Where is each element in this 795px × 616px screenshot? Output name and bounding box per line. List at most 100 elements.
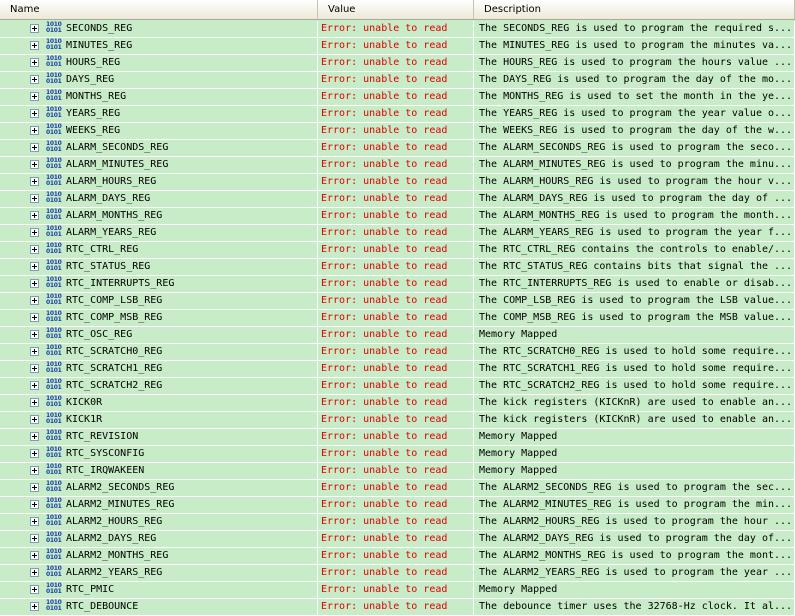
value-cell[interactable]: Error: unable to read (318, 191, 474, 207)
name-cell[interactable]: 1010 0101 WEEKS_REG (0, 123, 318, 139)
name-cell[interactable]: 1010 0101 RTC_INTERRUPTS_REG (0, 276, 318, 292)
expand-icon[interactable] (30, 347, 39, 356)
expand-icon[interactable] (30, 568, 39, 577)
expand-icon[interactable] (30, 296, 39, 305)
value-cell[interactable]: Error: unable to read (318, 174, 474, 190)
expand-icon[interactable] (30, 24, 39, 33)
name-cell[interactable]: 1010 0101 RTC_COMP_MSB_REG (0, 310, 318, 326)
expand-icon[interactable] (30, 262, 39, 271)
table-row[interactable]: 1010 0101 HOURS_REG Error: unable to rea… (0, 55, 795, 72)
table-row[interactable]: 1010 0101 RTC_IRQWAKEEN Error: unable to… (0, 463, 795, 480)
expand-icon[interactable] (30, 177, 39, 186)
table-row[interactable]: 1010 0101 RTC_SYSCONFIG Error: unable to… (0, 446, 795, 463)
name-cell[interactable]: 1010 0101 ALARM_DAYS_REG (0, 191, 318, 207)
table-row[interactable]: 1010 0101 RTC_REVISION Error: unable to … (0, 429, 795, 446)
expand-icon[interactable] (30, 551, 39, 560)
expand-icon[interactable] (30, 330, 39, 339)
value-cell[interactable]: Error: unable to read (318, 157, 474, 173)
value-cell[interactable]: Error: unable to read (318, 242, 474, 258)
table-row[interactable]: 1010 0101 ALARM_MINUTES_REG Error: unabl… (0, 157, 795, 174)
table-row[interactable]: 1010 0101 ALARM2_MONTHS_REG Error: unabl… (0, 548, 795, 565)
table-row[interactable]: 1010 0101 ALARM_MONTHS_REG Error: unable… (0, 208, 795, 225)
name-cell[interactable]: 1010 0101 YEARS_REG (0, 106, 318, 122)
table-row[interactable]: 1010 0101 KICK0R Error: unable to read T… (0, 395, 795, 412)
table-row[interactable]: 1010 0101 MINUTES_REG Error: unable to r… (0, 38, 795, 55)
table-row[interactable]: 1010 0101 WEEKS_REG Error: unable to rea… (0, 123, 795, 140)
expand-icon[interactable] (30, 415, 39, 424)
value-cell[interactable]: Error: unable to read (318, 123, 474, 139)
table-row[interactable]: 1010 0101 MONTHS_REG Error: unable to re… (0, 89, 795, 106)
expand-icon[interactable] (30, 58, 39, 67)
table-row[interactable]: 1010 0101 SECONDS_REG Error: unable to r… (0, 21, 795, 38)
name-cell[interactable]: 1010 0101 ALARM_SECONDS_REG (0, 140, 318, 156)
table-row[interactable]: 1010 0101 ALARM2_SECONDS_REG Error: unab… (0, 480, 795, 497)
table-row[interactable]: 1010 0101 RTC_SCRATCH2_REG Error: unable… (0, 378, 795, 395)
value-cell[interactable]: Error: unable to read (318, 106, 474, 122)
table-row[interactable]: 1010 0101 ALARM_HOURS_REG Error: unable … (0, 174, 795, 191)
table-row[interactable]: 1010 0101 ALARM_SECONDS_REG Error: unabl… (0, 140, 795, 157)
name-cell[interactable]: 1010 0101 DAYS_REG (0, 72, 318, 88)
column-header-value[interactable]: Value (318, 0, 474, 19)
table-row[interactable]: 1010 0101 KICK1R Error: unable to read T… (0, 412, 795, 429)
table-row[interactable]: 1010 0101 DAYS_REG Error: unable to read… (0, 72, 795, 89)
value-cell[interactable]: Error: unable to read (318, 531, 474, 547)
name-cell[interactable]: 1010 0101 ALARM2_SECONDS_REG (0, 480, 318, 496)
table-row[interactable]: 1010 0101 YEARS_REG Error: unable to rea… (0, 106, 795, 123)
value-cell[interactable]: Error: unable to read (318, 140, 474, 156)
table-row[interactable]: 1010 0101 ALARM2_HOURS_REG Error: unable… (0, 514, 795, 531)
value-cell[interactable]: Error: unable to read (318, 548, 474, 564)
name-cell[interactable]: 1010 0101 RTC_SCRATCH0_REG (0, 344, 318, 360)
name-cell[interactable]: 1010 0101 RTC_REVISION (0, 429, 318, 445)
value-cell[interactable]: Error: unable to read (318, 310, 474, 326)
value-cell[interactable]: Error: unable to read (318, 565, 474, 581)
table-row[interactable]: 1010 0101 ALARM2_MINUTES_REG Error: unab… (0, 497, 795, 514)
value-cell[interactable]: Error: unable to read (318, 38, 474, 54)
value-cell[interactable]: Error: unable to read (318, 582, 474, 598)
name-cell[interactable]: 1010 0101 HOURS_REG (0, 55, 318, 71)
name-cell[interactable]: 1010 0101 ALARM_YEARS_REG (0, 225, 318, 241)
value-cell[interactable]: Error: unable to read (318, 89, 474, 105)
expand-icon[interactable] (30, 585, 39, 594)
value-cell[interactable]: Error: unable to read (318, 480, 474, 496)
value-cell[interactable]: Error: unable to read (318, 21, 474, 37)
name-cell[interactable]: 1010 0101 ALARM2_MINUTES_REG (0, 497, 318, 513)
value-cell[interactable]: Error: unable to read (318, 327, 474, 343)
value-cell[interactable]: Error: unable to read (318, 429, 474, 445)
name-cell[interactable]: 1010 0101 KICK1R (0, 412, 318, 428)
expand-icon[interactable] (30, 109, 39, 118)
name-cell[interactable]: 1010 0101 ALARM2_MONTHS_REG (0, 548, 318, 564)
table-row[interactable]: 1010 0101 RTC_COMP_LSB_REG Error: unable… (0, 293, 795, 310)
name-cell[interactable]: 1010 0101 ALARM2_HOURS_REG (0, 514, 318, 530)
table-row[interactable]: 1010 0101 RTC_DEBOUNCE Error: unable to … (0, 599, 795, 616)
table-row[interactable]: 1010 0101 RTC_INTERRUPTS_REG Error: unab… (0, 276, 795, 293)
column-header-description[interactable]: Description (474, 0, 795, 19)
value-cell[interactable]: Error: unable to read (318, 225, 474, 241)
value-cell[interactable]: Error: unable to read (318, 259, 474, 275)
value-cell[interactable]: Error: unable to read (318, 599, 474, 615)
expand-icon[interactable] (30, 364, 39, 373)
expand-icon[interactable] (30, 466, 39, 475)
value-cell[interactable]: Error: unable to read (318, 344, 474, 360)
expand-icon[interactable] (30, 160, 39, 169)
name-cell[interactable]: 1010 0101 RTC_SCRATCH1_REG (0, 361, 318, 377)
expand-icon[interactable] (30, 483, 39, 492)
table-row[interactable]: 1010 0101 ALARM_YEARS_REG Error: unable … (0, 225, 795, 242)
expand-icon[interactable] (30, 279, 39, 288)
name-cell[interactable]: 1010 0101 ALARM_MONTHS_REG (0, 208, 318, 224)
value-cell[interactable]: Error: unable to read (318, 497, 474, 513)
expand-icon[interactable] (30, 41, 39, 50)
name-cell[interactable]: 1010 0101 ALARM_HOURS_REG (0, 174, 318, 190)
value-cell[interactable]: Error: unable to read (318, 361, 474, 377)
value-cell[interactable]: Error: unable to read (318, 446, 474, 462)
value-cell[interactable]: Error: unable to read (318, 208, 474, 224)
name-cell[interactable]: 1010 0101 RTC_SCRATCH2_REG (0, 378, 318, 394)
name-cell[interactable]: 1010 0101 RTC_DEBOUNCE (0, 599, 318, 615)
expand-icon[interactable] (30, 143, 39, 152)
expand-icon[interactable] (30, 381, 39, 390)
name-cell[interactable]: 1010 0101 ALARM2_YEARS_REG (0, 565, 318, 581)
expand-icon[interactable] (30, 517, 39, 526)
expand-icon[interactable] (30, 534, 39, 543)
table-row[interactable]: 1010 0101 ALARM2_DAYS_REG Error: unable … (0, 531, 795, 548)
name-cell[interactable]: 1010 0101 RTC_STATUS_REG (0, 259, 318, 275)
expand-icon[interactable] (30, 245, 39, 254)
